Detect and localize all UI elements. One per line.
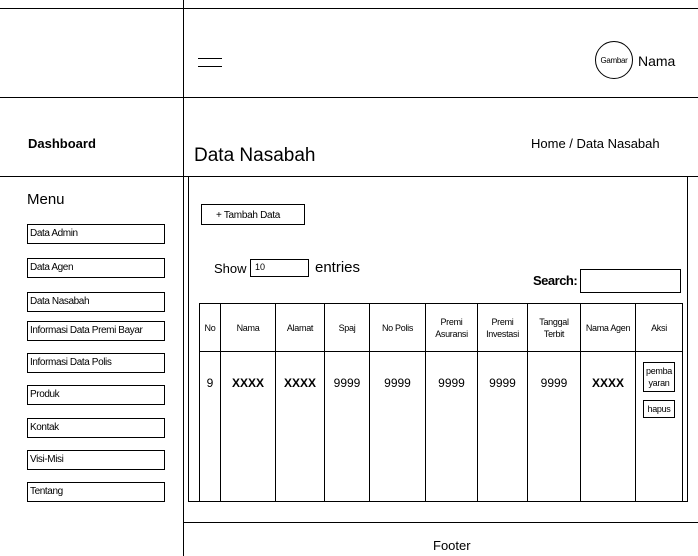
sidebar-item-tentang[interactable]: Tentang: [27, 482, 165, 502]
footer-divider: [183, 522, 698, 523]
add-data-button[interactable]: + Tambah Data: [201, 204, 305, 225]
column-header-premi-asuransi[interactable]: Premi Asuransi: [425, 303, 478, 352]
table-header-row: No Nama Alamat Spaj No Polis Premi Asura…: [199, 303, 683, 352]
search-label: Search:: [533, 273, 578, 288]
sidebar-divider: [183, 0, 184, 556]
cell-no: 9: [199, 351, 221, 502]
column-header-no[interactable]: No: [199, 303, 221, 352]
cell-premi-asuransi: 9999: [425, 351, 478, 502]
cell-premi-investasi: 9999: [477, 351, 528, 502]
cell-nama-agen: XXXX: [580, 351, 636, 502]
cell-no-polis: 9999: [369, 351, 426, 502]
column-header-nama[interactable]: Nama: [220, 303, 276, 352]
top-border: [0, 8, 698, 9]
table-row: 9 XXXX XXXX 9999 9999 9999 9999 9999 XXX…: [199, 351, 683, 502]
user-name[interactable]: Nama: [638, 53, 675, 69]
sidebar-item-visi-misi[interactable]: Visi-Misi: [27, 450, 165, 470]
cell-alamat: XXXX: [275, 351, 325, 502]
sidebar-item-informasi-data-premi-bayar[interactable]: Informasi Data Premi Bayar: [27, 321, 165, 341]
entries-label: entries: [315, 259, 361, 276]
sidebar-item-data-admin[interactable]: Data Admin: [27, 224, 165, 244]
page-title: Data Nasabah: [194, 145, 316, 166]
breadcrumb[interactable]: Home / Data Nasabah: [531, 136, 660, 151]
data-table: No Nama Alamat Spaj No Polis Premi Asura…: [199, 303, 683, 502]
column-header-premi-investasi[interactable]: Premi Investasi: [477, 303, 528, 352]
show-label: Show: [214, 261, 247, 276]
pembayaran-button[interactable]: pembayaran: [643, 362, 675, 392]
search-input[interactable]: [580, 269, 681, 293]
cell-nama: XXXX: [220, 351, 276, 502]
column-header-tanggal-terbit[interactable]: Tanggal Terbit: [527, 303, 581, 352]
column-header-aksi: Aksi: [635, 303, 683, 352]
cell-tanggal-terbit: 9999: [527, 351, 581, 502]
dashboard-link[interactable]: Dashboard: [28, 136, 96, 151]
footer-label: Footer: [433, 538, 471, 553]
column-header-spaj[interactable]: Spaj: [324, 303, 370, 352]
header-divider: [0, 97, 698, 98]
hamburger-menu-icon[interactable]: [198, 58, 222, 67]
cell-spaj: 9999: [324, 351, 370, 502]
sidebar-item-informasi-data-polis[interactable]: Informasi Data Polis: [27, 353, 165, 373]
entries-select[interactable]: 10: [250, 259, 309, 277]
menu-title: Menu: [27, 191, 65, 208]
sidebar-item-produk[interactable]: Produk: [27, 385, 165, 405]
sidebar-item-kontak[interactable]: Kontak: [27, 418, 165, 438]
column-header-nama-agen[interactable]: Nama Agen: [580, 303, 636, 352]
sidebar-item-data-agen[interactable]: Data Agen: [27, 258, 165, 278]
sidebar-item-data-nasabah[interactable]: Data Nasabah: [27, 292, 165, 312]
avatar[interactable]: Gambar: [595, 41, 633, 79]
column-header-no-polis[interactable]: No Polis: [369, 303, 426, 352]
avatar-label: Gambar: [600, 55, 628, 65]
hapus-button[interactable]: hapus: [643, 400, 675, 418]
column-header-alamat[interactable]: Alamat: [275, 303, 325, 352]
cell-aksi: pembayaran hapus: [635, 351, 683, 502]
